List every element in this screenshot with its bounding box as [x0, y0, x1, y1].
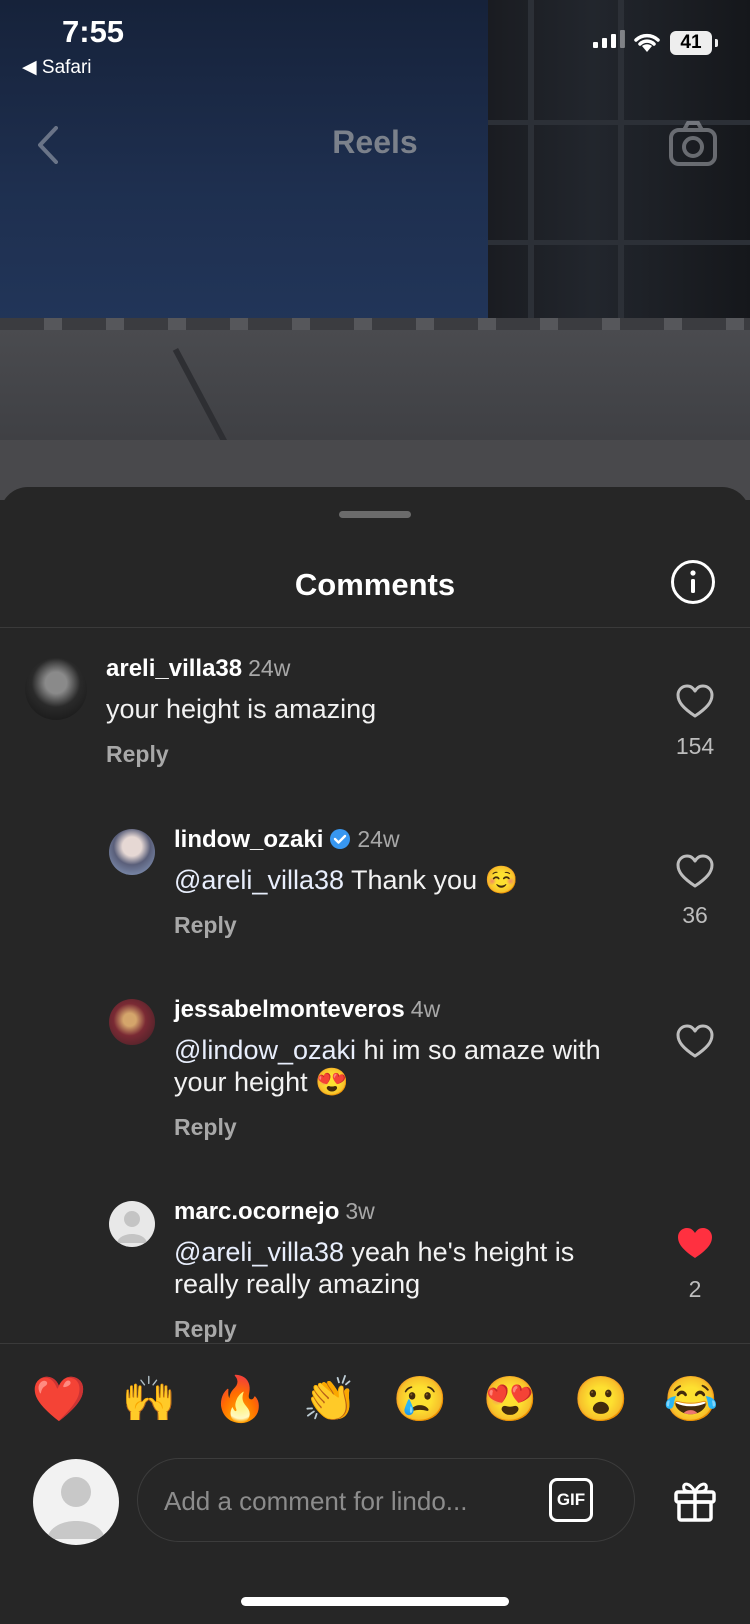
home-indicator[interactable] [241, 1597, 509, 1606]
sheet-grabber[interactable] [339, 511, 411, 518]
status-time: 7:55 [62, 14, 125, 49]
comment-input-container[interactable]: GIF [137, 1458, 635, 1542]
like-count: 36 [682, 902, 708, 928]
comment-text: your height is amazing [106, 694, 377, 724]
reply-button[interactable]: Reply [106, 741, 646, 768]
emoji-crying-face[interactable]: 😢 [390, 1370, 450, 1430]
wifi-icon [632, 30, 662, 59]
mention-link[interactable]: @lindow_ozaki [174, 1035, 356, 1065]
sheet-divider [0, 627, 750, 628]
like-count: 154 [675, 733, 715, 759]
emoji-heart-eyes[interactable]: 😍 [480, 1370, 540, 1430]
emoji-fire[interactable]: 🔥 [210, 1370, 270, 1430]
comment-item: marc.ocornejo 3w @areli_villa38 yeah he's… [0, 1198, 750, 1343]
heart-icon[interactable] [675, 682, 715, 722]
emoji-surprised-face[interactable]: 😮 [571, 1370, 631, 1430]
battery-indicator: 41 [670, 31, 718, 55]
reply-button[interactable]: Reply [174, 1114, 634, 1141]
reply-button[interactable]: Reply [174, 1316, 634, 1343]
verified-badge-icon [329, 828, 351, 850]
back-to-safari[interactable]: ◀ Safari [22, 56, 92, 79]
heart-icon[interactable] [675, 852, 715, 892]
comment-text: Thank you ☺️ [344, 865, 519, 895]
mention-link[interactable]: @areli_villa38 [174, 865, 344, 895]
gif-button[interactable]: GIF [549, 1478, 593, 1522]
heart-icon[interactable] [675, 1022, 715, 1062]
emoji-tears-of-joy[interactable]: 😂 [661, 1370, 721, 1430]
concrete-wall [0, 330, 750, 440]
emoji-red-heart[interactable]: ❤️ [29, 1370, 89, 1430]
emoji-bar-divider [0, 1343, 750, 1344]
comment-age: 4w [410, 996, 441, 1022]
comment-username[interactable]: marc.ocornejo [174, 1198, 339, 1225]
emoji-clapping-hands[interactable]: 👏 [300, 1370, 360, 1430]
emoji-reaction-bar: ❤️ 🙌 🔥 👏 😢 😍 😮 😂 [0, 1370, 750, 1430]
reply-button[interactable]: Reply [174, 912, 634, 939]
mention-link[interactable]: @areli_villa38 [174, 1237, 344, 1267]
camera-icon[interactable] [668, 120, 718, 173]
avatar[interactable] [25, 658, 87, 720]
avatar[interactable] [109, 999, 155, 1045]
comment-username[interactable]: areli_villa38 [106, 655, 242, 682]
cellular-signal-icon [593, 30, 625, 48]
emoji-raising-hands[interactable]: 🙌 [119, 1370, 179, 1430]
heart-filled-icon[interactable] [675, 1224, 715, 1264]
comment-age: 3w [345, 1198, 375, 1224]
sheet-title: Comments [294, 567, 456, 602]
reels-title: Reels [332, 124, 418, 160]
comment-username[interactable]: jessabelmonteveros [174, 996, 405, 1023]
my-avatar [33, 1459, 119, 1545]
reels-top-bar: Reels [0, 110, 750, 180]
avatar[interactable] [109, 829, 155, 875]
status-bar: 7:55 ◀ Safari 41 [0, 0, 750, 90]
comment-age: 24w [248, 655, 291, 681]
avatar[interactable] [109, 1201, 155, 1247]
comment-username[interactable]: lindow_ozaki [174, 826, 323, 853]
comment-composer: GIF [0, 1456, 750, 1548]
like-count: 2 [688, 1276, 702, 1302]
comment-input[interactable] [162, 1477, 516, 1525]
comment-age: 24w [357, 826, 400, 852]
gift-icon[interactable] [672, 1478, 718, 1527]
info-icon[interactable] [671, 560, 715, 604]
